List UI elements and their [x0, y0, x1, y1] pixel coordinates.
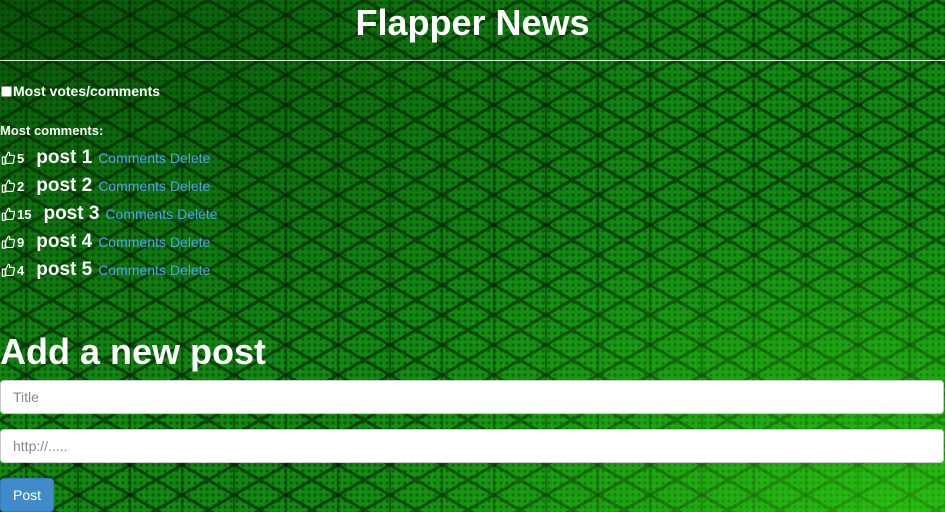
- delete-link[interactable]: Delete: [170, 178, 210, 194]
- post-list: 5 post 1 Comments Delete 2 post 2 Commen…: [0, 144, 218, 284]
- thumbs-up-icon[interactable]: [1, 262, 16, 278]
- thumbs-up-icon[interactable]: [1, 150, 16, 166]
- delete-link[interactable]: Delete: [177, 206, 217, 222]
- post-title: post 2: [36, 175, 93, 196]
- thumbs-up-icon[interactable]: [1, 206, 16, 222]
- page-header: Flapper News: [0, 0, 945, 61]
- thumbs-up-icon[interactable]: [1, 178, 16, 194]
- post-title: post 3: [43, 203, 100, 224]
- post-item: 2 post 2 Comments Delete: [0, 172, 218, 200]
- title-input[interactable]: [0, 380, 944, 414]
- comments-link[interactable]: Comments: [105, 206, 173, 222]
- vote-count: 2: [17, 178, 25, 194]
- vote-count: 15: [17, 206, 32, 222]
- delete-link[interactable]: Delete: [170, 150, 210, 166]
- sort-checkbox[interactable]: [1, 85, 12, 97]
- delete-link[interactable]: Delete: [170, 234, 210, 250]
- post-item: 15 post 3 Comments Delete: [0, 200, 218, 228]
- post-title: post 4: [36, 231, 93, 252]
- page-title: Flapper News: [355, 2, 590, 43]
- post-title: post 5: [36, 259, 93, 280]
- comments-link[interactable]: Comments: [98, 262, 166, 278]
- delete-link[interactable]: Delete: [170, 262, 210, 278]
- sort-toggle-label: Most votes/comments: [13, 83, 161, 99]
- vote-count: 9: [17, 234, 25, 250]
- vote-count: 5: [17, 150, 25, 166]
- post-button[interactable]: Post: [0, 478, 54, 512]
- section-label: Most comments:: [0, 123, 104, 138]
- comments-link[interactable]: Comments: [98, 150, 166, 166]
- sort-toggle[interactable]: Most votes/comments: [0, 83, 160, 99]
- post-title: post 1: [36, 147, 93, 168]
- post-item: 5 post 1 Comments Delete: [0, 144, 218, 172]
- comments-link[interactable]: Comments: [98, 178, 166, 194]
- vote-count: 4: [17, 262, 25, 278]
- comments-link[interactable]: Comments: [98, 234, 166, 250]
- post-item: 4 post 5 Comments Delete: [0, 256, 218, 284]
- link-input[interactable]: [0, 429, 944, 463]
- thumbs-up-icon[interactable]: [1, 234, 16, 250]
- post-item: 9 post 4 Comments Delete: [0, 228, 218, 256]
- add-post-heading: Add a new post: [0, 331, 267, 372]
